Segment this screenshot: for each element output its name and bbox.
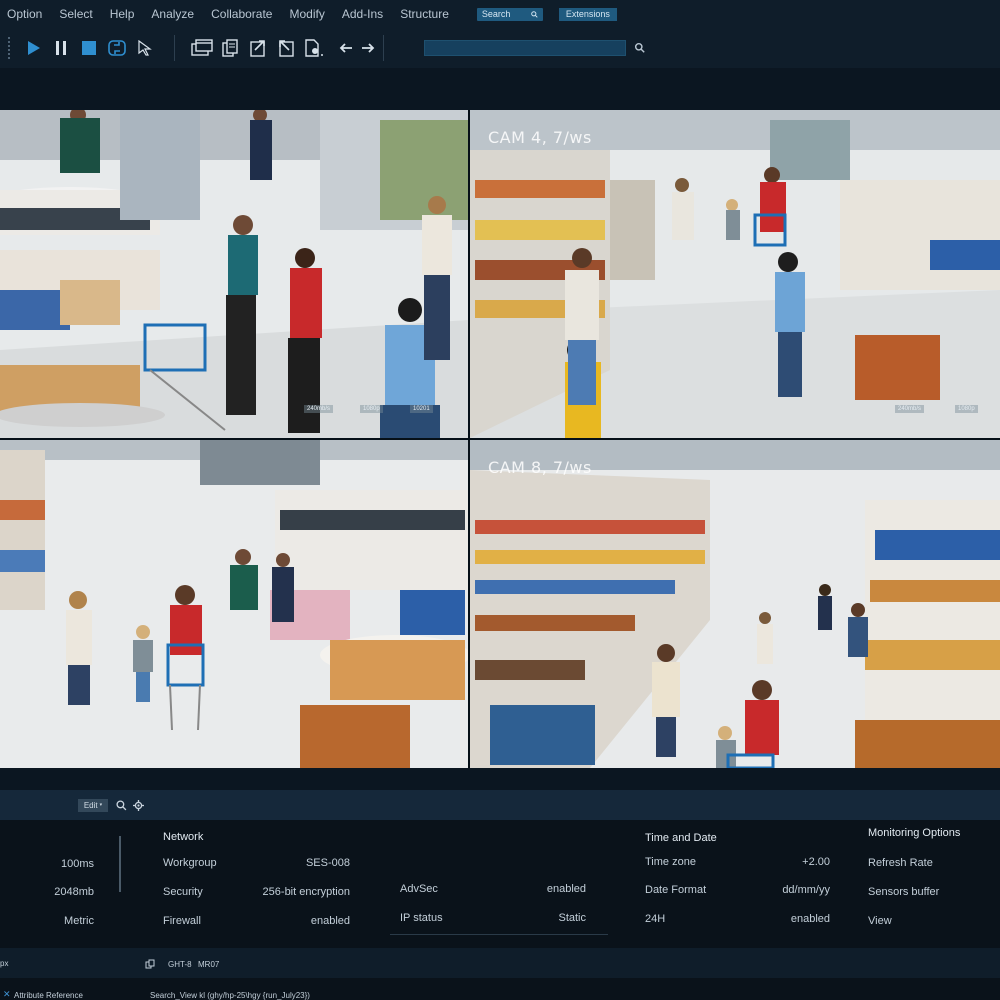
back-arrow-icon[interactable] bbox=[335, 37, 357, 59]
24h-label: 24H bbox=[645, 913, 666, 925]
network-heading: Network bbox=[163, 831, 204, 843]
units-value: Metric bbox=[64, 915, 94, 927]
status-left-text: px bbox=[0, 959, 9, 968]
stop-icon[interactable] bbox=[78, 37, 100, 59]
copy-icon[interactable] bbox=[145, 959, 155, 969]
toolbar-spacer bbox=[0, 68, 1000, 110]
extensions-button[interactable]: Extensions bbox=[558, 7, 617, 21]
panel-divider bbox=[119, 836, 121, 892]
menu-analyze[interactable]: Analyze bbox=[151, 7, 194, 21]
refresh-rate-option[interactable]: Refresh Rate bbox=[868, 857, 933, 869]
time-zone-label: Time zone bbox=[645, 856, 696, 868]
edit-label: Edit bbox=[83, 800, 98, 810]
menu-select[interactable]: Select bbox=[59, 7, 92, 21]
adv-divider bbox=[390, 934, 608, 935]
time-zone-value[interactable]: +2.00 bbox=[802, 856, 830, 868]
feed-1-resolution-chip: 1080p bbox=[360, 405, 383, 413]
grid-footer-bar bbox=[0, 768, 1000, 790]
camera-feed-2-image bbox=[470, 110, 1000, 438]
feed-2-resolution-chip: 1080p bbox=[955, 405, 978, 413]
cursor-icon[interactable] bbox=[134, 37, 156, 59]
feed-4-camera-label: CAM 8, 7/ws bbox=[488, 458, 592, 477]
camera-feed-1-image bbox=[0, 110, 468, 438]
close-icon[interactable]: ✕ bbox=[3, 989, 11, 1000]
camera-feed-4-image bbox=[470, 440, 1000, 768]
24h-value[interactable]: enabled bbox=[791, 913, 830, 925]
export-icon[interactable] bbox=[247, 37, 269, 59]
toolbar-grip-handle[interactable] bbox=[8, 37, 16, 59]
feed-2-camera-label: CAM 4, 7/ws bbox=[488, 128, 592, 147]
advsec-label: AdvSec bbox=[400, 883, 438, 895]
menu-structure[interactable]: Structure bbox=[400, 7, 449, 21]
ip-status-value[interactable]: Static bbox=[558, 912, 586, 924]
menu-add-ins[interactable]: Add-Ins bbox=[342, 7, 383, 21]
rotate-icon[interactable] bbox=[106, 37, 128, 59]
search-icon bbox=[531, 10, 538, 18]
camera-feed-1[interactable]: 240mb/s 1080p 10201 bbox=[0, 110, 468, 438]
attribute-reference-label[interactable]: Attribute Reference bbox=[14, 991, 83, 1000]
play-icon[interactable] bbox=[22, 37, 44, 59]
menu-modify[interactable]: Modify bbox=[289, 7, 324, 21]
monitoring-heading: Monitoring Options bbox=[868, 827, 961, 839]
menu-search-label: Search bbox=[481, 9, 511, 19]
status-bar: px GHT-8 MR07 bbox=[0, 948, 1000, 978]
copy-icon[interactable] bbox=[219, 37, 241, 59]
feed-1-id-chip: 10201 bbox=[410, 405, 433, 413]
search-view-path: Search_View kl (ghy/hp-25\hgy {run_July2… bbox=[150, 991, 310, 1000]
import-icon[interactable] bbox=[275, 37, 297, 59]
firewall-value[interactable]: enabled bbox=[311, 915, 350, 927]
settings-panel: 100ms 2048mb Metric Network Workgroup SE… bbox=[0, 820, 1000, 948]
menu-bar: Option Select Help Analyze Collaborate M… bbox=[0, 0, 1000, 28]
camera-feed-4[interactable]: CAM 8, 7/ws bbox=[470, 440, 1000, 768]
memory-value: 2048mb bbox=[54, 886, 94, 898]
camera-feed-2[interactable]: CAM 4, 7/ws 240mb/s 1080p bbox=[470, 110, 1000, 438]
date-format-label: Date Format bbox=[645, 884, 707, 896]
footer-bar: ✕ Attribute Reference Search_View kl (gh… bbox=[0, 978, 1000, 1000]
firewall-label: Firewall bbox=[163, 915, 201, 927]
toolbar-separator bbox=[383, 35, 384, 61]
windows-icon[interactable] bbox=[191, 37, 213, 59]
menu-collaborate[interactable]: Collaborate bbox=[211, 7, 272, 21]
security-label: Security bbox=[163, 886, 203, 898]
document-icon[interactable] bbox=[303, 37, 325, 59]
menu-option[interactable]: Option bbox=[7, 7, 42, 21]
latency-value: 100ms bbox=[60, 858, 94, 870]
date-format-value[interactable]: dd/mm/yy bbox=[782, 884, 830, 896]
feed-1-bitrate-chip: 240mb/s bbox=[304, 405, 334, 413]
feed-2-bitrate-chip: 240mb/s bbox=[895, 405, 925, 413]
toolbar-search-input[interactable] bbox=[424, 40, 626, 56]
toolbar bbox=[0, 28, 1000, 68]
view-option[interactable]: View bbox=[868, 915, 892, 927]
time-date-heading: Time and Date bbox=[645, 832, 717, 844]
edit-bar: Edit ▾ bbox=[0, 790, 1000, 820]
edit-dropdown-button[interactable]: Edit ▾ bbox=[78, 798, 108, 812]
status-code-2: MR07 bbox=[198, 960, 220, 969]
menu-search-button[interactable]: Search bbox=[476, 7, 543, 21]
status-code-1: GHT-8 bbox=[168, 960, 192, 969]
camera-grid: 240mb/s 1080p 10201 CAM 4, 7/ws 240mb/s … bbox=[0, 110, 1000, 768]
search-icon[interactable] bbox=[116, 799, 127, 811]
toolbar-separator bbox=[174, 35, 175, 61]
advsec-value[interactable]: enabled bbox=[547, 883, 586, 895]
forward-arrow-icon[interactable] bbox=[357, 37, 379, 59]
pause-icon[interactable] bbox=[50, 37, 72, 59]
search-icon[interactable] bbox=[634, 42, 646, 54]
camera-feed-3[interactable] bbox=[0, 440, 468, 768]
ip-status-label: IP status bbox=[400, 912, 443, 924]
camera-feed-3-image bbox=[0, 440, 468, 768]
workgroup-value[interactable]: SES-008 bbox=[306, 857, 350, 869]
chevron-down-icon: ▾ bbox=[99, 802, 103, 808]
security-value[interactable]: 256-bit encryption bbox=[263, 886, 350, 898]
sensors-buffer-option[interactable]: Sensors buffer bbox=[868, 886, 939, 898]
gear-icon[interactable] bbox=[133, 799, 144, 811]
workgroup-label: Workgroup bbox=[163, 857, 217, 869]
menu-help[interactable]: Help bbox=[110, 7, 135, 21]
